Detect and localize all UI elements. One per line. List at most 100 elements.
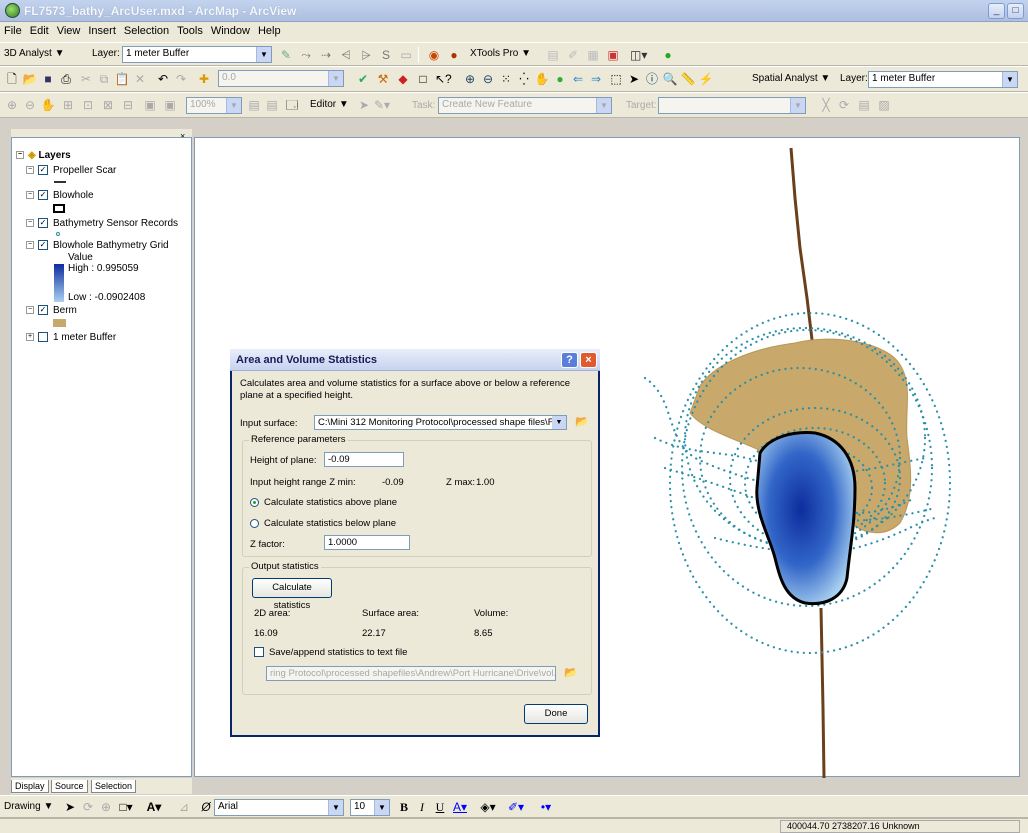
close-button[interactable]: × <box>580 352 597 368</box>
previous-extent-icon[interactable]: ▣ <box>142 97 158 113</box>
bold-icon[interactable]: B <box>396 799 412 815</box>
editor-toolbar-toggle-icon[interactable]: 🗔 <box>284 97 300 113</box>
xtools-menu[interactable]: XTools Pro ▼ <box>470 48 531 59</box>
toc-layer-propeller-scar[interactable]: − ✓ Propeller Scar <box>26 165 116 176</box>
collapse-icon[interactable]: − <box>26 166 34 175</box>
chevron-down-icon[interactable]: ▼ <box>256 47 271 62</box>
identify-icon[interactable]: ⓘ <box>644 71 660 87</box>
layer-visibility-checkbox[interactable]: ✓ <box>38 190 48 201</box>
toc-root[interactable]: − ◈ Layers <box>16 150 71 161</box>
rotate-icon[interactable]: ⟳ <box>80 799 96 815</box>
fixed-zoom-out-icon[interactable]: ⁛ <box>516 71 532 87</box>
fixed-zoom-out-layout-icon[interactable]: ⊟ <box>120 97 136 113</box>
edit-tool-icon[interactable]: ➤ <box>356 97 372 113</box>
open-icon[interactable]: 📂 <box>22 71 38 87</box>
forward-extent-icon[interactable]: ⇒ <box>588 71 604 87</box>
select-elements-icon[interactable]: ➤ <box>626 71 642 87</box>
table-icon[interactable]: ▤ <box>545 47 561 63</box>
layer-visibility-checkbox[interactable]: ✓ <box>38 305 48 316</box>
layout-zoom-out-icon[interactable]: ⊖ <box>22 97 38 113</box>
options-icon[interactable]: ◫▾ <box>630 47 647 63</box>
pencil-icon[interactable]: ✐ <box>565 47 581 63</box>
layer-visibility-checkbox[interactable]: ✓ <box>38 218 48 229</box>
chevron-down-icon[interactable]: ▼ <box>328 800 343 815</box>
font-color-icon[interactable]: A▾ <box>452 799 468 815</box>
tab-source[interactable]: Source <box>51 780 88 793</box>
save-icon[interactable]: ■ <box>40 71 56 87</box>
menu-selection[interactable]: Selection <box>120 22 173 37</box>
map-scale-select[interactable]: 0.0 ▼ <box>218 70 344 87</box>
paste-icon[interactable]: 📋 <box>114 71 130 87</box>
collapse-icon[interactable]: − <box>26 219 34 228</box>
select-features-icon[interactable]: ⬚ <box>608 71 624 87</box>
undo-icon[interactable]: ↶ <box>155 71 171 87</box>
collapse-icon[interactable]: − <box>26 241 34 250</box>
sketch-tool-icon[interactable]: ✎▾ <box>374 97 390 113</box>
radio-above-button[interactable] <box>250 497 259 507</box>
chevron-down-icon[interactable]: ▼ <box>1002 72 1017 87</box>
toggle-draft-icon[interactable]: ▤ <box>246 97 262 113</box>
toc-layer-blowhole-bathymetry-grid[interactable]: − ✓ Blowhole Bathymetry Grid <box>26 240 169 251</box>
info-icon[interactable]: ● <box>660 47 676 63</box>
arcscene-icon[interactable]: S <box>378 47 394 63</box>
menu-insert[interactable]: Insert <box>84 22 120 37</box>
toc-layer-1-meter-buffer[interactable]: +1 meter Buffer <box>26 332 116 343</box>
layer-visibility-checkbox[interactable]: ✓ <box>38 165 48 176</box>
font-size-select[interactable]: 10 ▼ <box>350 799 390 816</box>
task-select[interactable]: Create New Feature ▼ <box>438 97 612 114</box>
attributes-icon[interactable]: ▤ <box>856 97 872 113</box>
zoom-to-selected-icon[interactable]: ⊕ <box>98 799 114 815</box>
minimize-button[interactable]: _ <box>988 3 1005 19</box>
fill-color-icon[interactable]: ◈▾ <box>480 799 496 815</box>
toc-layer-blowhole[interactable]: − ✓ Blowhole <box>26 190 94 201</box>
zfactor-input[interactable]: 1.0000 <box>324 535 410 550</box>
underline-icon[interactable]: U <box>432 799 448 815</box>
delete-icon[interactable]: ✕ <box>132 71 148 87</box>
done-button[interactable]: Done <box>524 704 588 724</box>
layer-icon[interactable]: ▣ <box>605 47 621 63</box>
tab-selection[interactable]: Selection <box>91 780 137 793</box>
contour-icon[interactable]: ✎ <box>278 47 294 63</box>
save-checkbox[interactable] <box>254 647 264 658</box>
radio-below-button[interactable] <box>250 518 259 528</box>
redo-icon[interactable]: ↷ <box>173 71 189 87</box>
calculate-statistics-button[interactable]: Calculate statistics <box>252 578 332 611</box>
radio-above[interactable]: Calculate statistics above plane <box>250 497 397 508</box>
spatial-layer-select[interactable]: 1 meter Buffer ▼ <box>868 71 1018 88</box>
toc-layer-berm[interactable]: − ✓ Berm <box>26 305 77 316</box>
edit-vertices-icon[interactable]: ⊿ <box>176 799 192 815</box>
tab-display[interactable]: Display <box>11 780 49 793</box>
toc-layer-bathymetry-sensor-records[interactable]: − ✓ Bathymetry Sensor Records <box>26 218 178 229</box>
maximize-button[interactable]: □ <box>1007 3 1024 19</box>
save-checkbox-row[interactable]: Save/append statistics to text file <box>254 647 407 658</box>
expand-icon[interactable]: + <box>26 333 34 342</box>
copy-icon[interactable]: ⧉ <box>96 71 112 87</box>
marker-color-icon[interactable]: •▾ <box>538 799 554 815</box>
line-of-sight-icon[interactable]: ⇢ <box>318 47 334 63</box>
zoom-whole-page-icon[interactable]: ⊞ <box>60 97 76 113</box>
focus-data-frame-icon[interactable]: ▤ <box>264 97 280 113</box>
zoom-in-icon[interactable]: ⊕ <box>462 71 478 87</box>
open-folder-icon[interactable]: 📂 <box>573 415 591 431</box>
full-extent-icon[interactable]: ● <box>552 71 568 87</box>
graph-icon[interactable]: ▭ <box>398 47 414 63</box>
spatial-analyst-menu[interactable]: Spatial Analyst ▼ <box>752 73 830 84</box>
text-tool-icon[interactable]: A▾ <box>146 799 162 815</box>
input-surface-select[interactable]: C:\Mini 312 Monitoring Protocol\processe… <box>314 415 567 430</box>
layer-visibility-checkbox[interactable] <box>38 332 48 343</box>
hyperlink-icon[interactable]: ⚡ <box>698 71 714 87</box>
chevron-down-icon[interactable]: ▼ <box>790 98 805 113</box>
profile-graph-icon[interactable]: ⩥ <box>358 47 374 63</box>
sketch-properties-icon[interactable]: ▨ <box>876 97 892 113</box>
pan-icon[interactable]: ✋ <box>534 71 550 87</box>
chevron-down-icon[interactable]: ▼ <box>374 800 389 815</box>
whats-this-icon[interactable]: ↖? <box>435 71 452 87</box>
zoom-100-icon[interactable]: ⊡ <box>80 97 96 113</box>
target-select[interactable]: ▼ <box>658 97 806 114</box>
font-select[interactable]: Arial ▼ <box>214 799 344 816</box>
split-tool-icon[interactable]: ╳ <box>818 97 834 113</box>
command-line-icon[interactable]: □ <box>415 71 431 87</box>
zoom-out-icon[interactable]: ⊖ <box>480 71 496 87</box>
editor-menu[interactable]: Editor ▼ <box>310 99 349 110</box>
fixed-zoom-in-icon[interactable]: ⁙ <box>498 71 514 87</box>
